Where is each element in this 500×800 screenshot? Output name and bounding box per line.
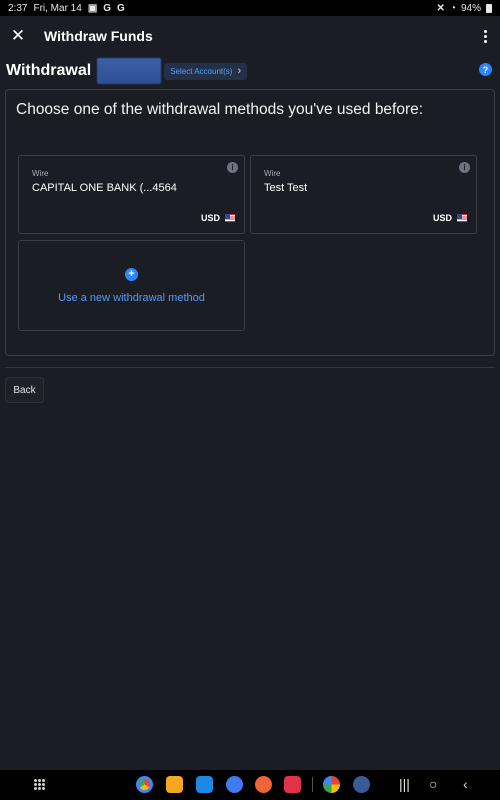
withdrawal-method-card[interactable]: Wire CAPITAL ONE BANK (...4564 i USD <box>18 155 245 234</box>
status-time: 2:37 <box>8 2 28 14</box>
google-notification-icon-2: G <box>117 2 125 14</box>
status-date: Fri, Mar 14 <box>33 2 82 14</box>
page-title: Withdraw Funds <box>44 28 153 44</box>
back-nav-icon[interactable]: ‹ <box>463 776 468 792</box>
calendar-app-icon[interactable] <box>196 776 213 793</box>
battery-icon <box>486 3 492 13</box>
us-flag-icon <box>225 214 235 222</box>
method-type: Wire <box>32 169 49 178</box>
screen-recorder-app-icon[interactable] <box>284 776 301 793</box>
photos-app-icon[interactable] <box>323 776 340 793</box>
files-app-icon[interactable] <box>166 776 183 793</box>
mute-icon: ✕ <box>436 2 445 14</box>
info-icon[interactable]: i <box>459 162 470 173</box>
select-account-button[interactable]: Select Account(s) › <box>164 62 248 80</box>
method-name: Test Test <box>264 182 308 194</box>
plus-icon: + <box>125 268 138 281</box>
close-button[interactable]: ✕ <box>1 19 35 53</box>
method-type: Wire <box>264 169 281 178</box>
method-currency: USD <box>201 213 235 223</box>
messages-app-icon[interactable] <box>226 776 243 793</box>
recent-apps-icon[interactable]: ||| <box>399 776 410 792</box>
battery-percent: 94% <box>460 2 481 14</box>
info-icon[interactable]: i <box>227 162 238 173</box>
back-button[interactable]: Back <box>5 377 44 403</box>
wifi-icon: ◔ <box>449 2 456 14</box>
currency-code: USD <box>432 213 452 223</box>
kebab-dot <box>483 34 487 38</box>
kebab-dot <box>483 39 487 43</box>
divider <box>5 367 495 368</box>
app-bar: ✕ Withdraw Funds <box>0 16 500 56</box>
close-icon: ✕ <box>10 26 26 45</box>
withdrawal-header: Withdrawal Select Account(s) › ? <box>0 58 500 84</box>
status-bar: 2:37 Fri, Mar 14 ▣ G G ✕ ◔ 94% <box>0 0 500 16</box>
gallery-notification-icon: ▣ <box>87 2 98 14</box>
methods-heading: Choose one of the withdrawal methods you… <box>16 101 424 118</box>
account-number-redacted <box>97 58 162 84</box>
select-account-label: Select Account(s) <box>170 66 233 76</box>
withdrawal-title: Withdrawal <box>6 62 92 79</box>
google-notification-icon: G <box>103 2 112 14</box>
kebab-dot <box>483 29 487 33</box>
new-method-label: Use a new withdrawal method <box>58 292 205 304</box>
currency-code: USD <box>200 213 220 223</box>
method-name: CAPITAL ONE BANK (...4564 <box>32 182 177 194</box>
contacts-app-icon[interactable] <box>255 776 272 793</box>
method-currency: USD <box>433 213 467 223</box>
help-icon[interactable]: ? <box>479 63 492 76</box>
app-drawer-icon[interactable] <box>34 779 45 790</box>
new-withdrawal-method-button[interactable]: + Use a new withdrawal method <box>18 240 245 331</box>
us-flag-icon <box>457 214 467 222</box>
withdrawal-method-card[interactable]: Wire Test Test i USD <box>250 155 477 234</box>
chevron-right-icon: › <box>237 65 242 77</box>
withdrawal-methods-panel: Choose one of the withdrawal methods you… <box>5 89 495 356</box>
settings-app-icon[interactable] <box>353 776 370 793</box>
home-icon[interactable]: ○ <box>429 776 437 792</box>
navigation-bar: ||| ○ ‹ <box>0 770 500 800</box>
chrome-app-icon[interactable] <box>136 776 153 793</box>
dock-separator <box>312 777 313 792</box>
more-options-button[interactable] <box>478 24 492 48</box>
